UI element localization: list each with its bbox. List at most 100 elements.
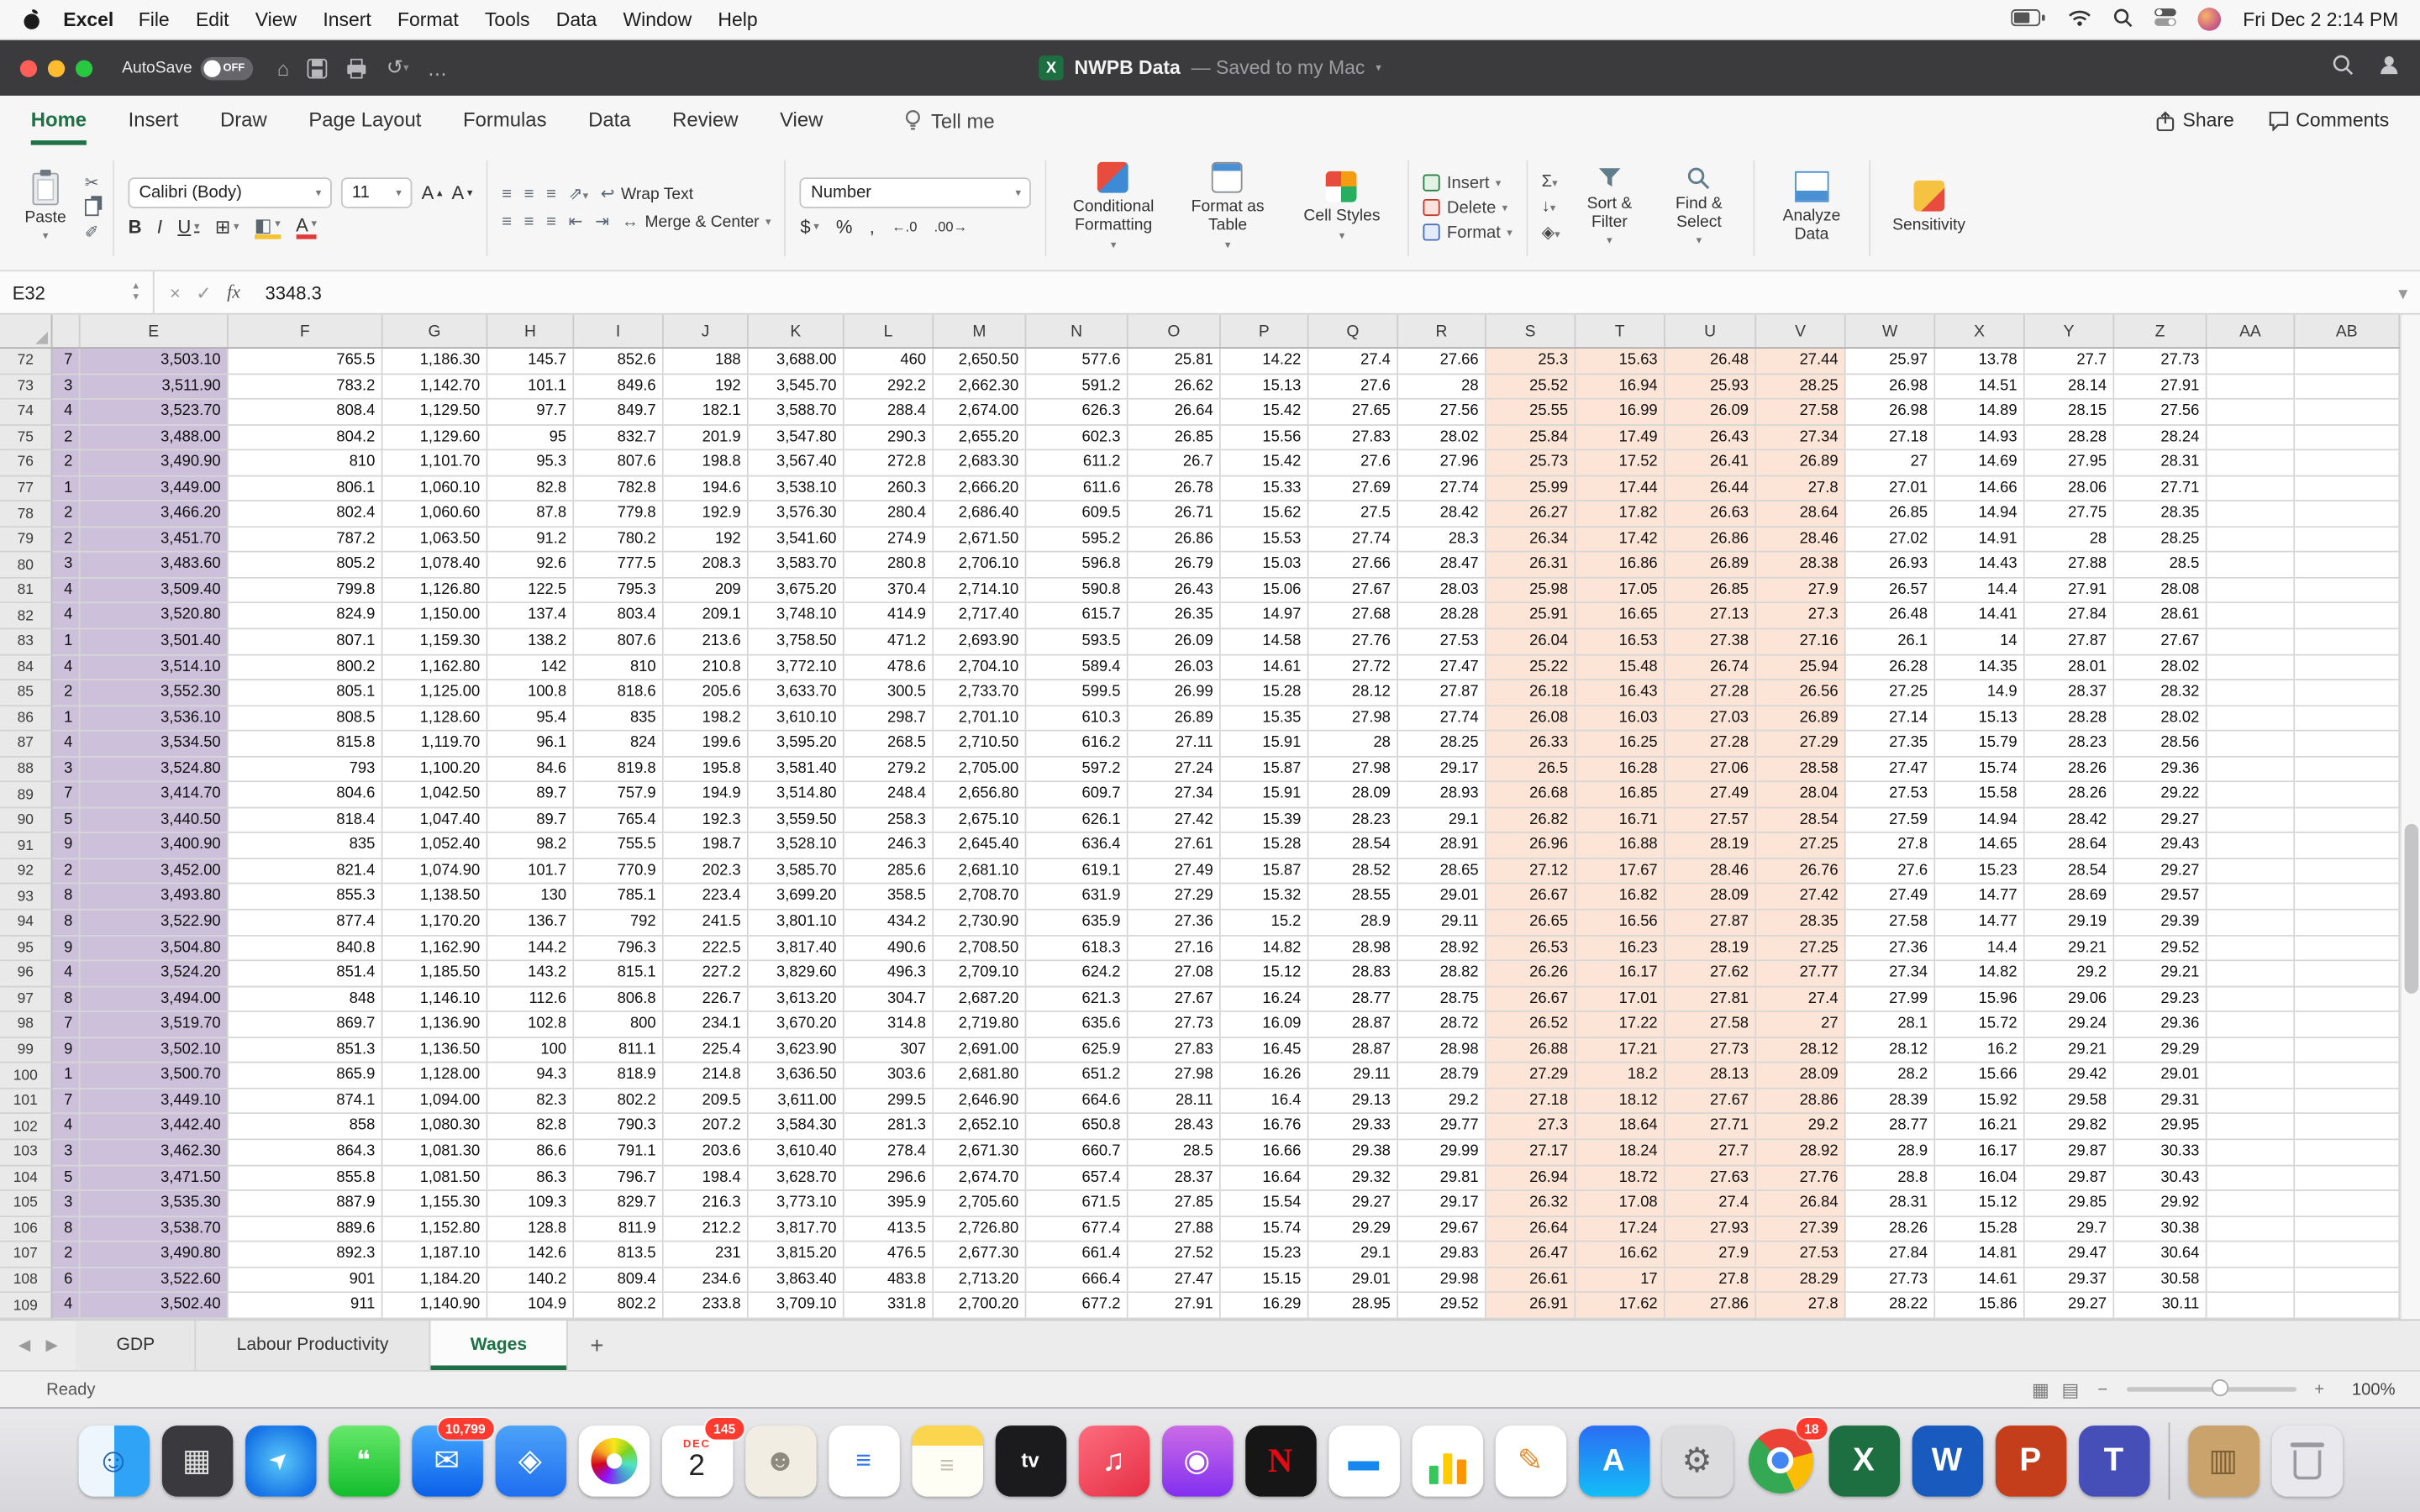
cell[interactable]: 216.3: [663, 1191, 749, 1217]
cell[interactable]: 207.2: [663, 1114, 749, 1141]
cell[interactable]: 16.94: [1576, 374, 1665, 400]
cell[interactable]: 851.3: [228, 1037, 383, 1064]
cell-sliver[interactable]: 1: [52, 476, 81, 502]
cell[interactable]: 3,675.20: [748, 578, 844, 605]
cell[interactable]: 2,666.20: [934, 476, 1027, 502]
cell[interactable]: 1,060.60: [382, 501, 488, 528]
cell[interactable]: 28.82: [1398, 961, 1486, 987]
cell[interactable]: 3,534.50: [80, 731, 229, 758]
zoom-in-button[interactable]: +: [2314, 1380, 2324, 1399]
decrease-font-icon[interactable]: A ▾: [451, 181, 472, 203]
cell[interactable]: 3,514.80: [748, 782, 844, 809]
cell[interactable]: 787.2: [228, 527, 383, 554]
cell[interactable]: 28.42: [1398, 501, 1486, 528]
cell[interactable]: 2,681.10: [934, 858, 1027, 885]
cell[interactable]: 2,705.60: [934, 1191, 1027, 1217]
cell[interactable]: 27.71: [2114, 476, 2207, 502]
cell[interactable]: 29.21: [2024, 1037, 2115, 1064]
cell[interactable]: 30.58: [2114, 1268, 2207, 1294]
cell[interactable]: 821.4: [228, 858, 383, 885]
cell[interactable]: 27.87: [1665, 910, 1757, 937]
cell[interactable]: 15.32: [1220, 885, 1309, 911]
cell[interactable]: 16.82: [1576, 885, 1665, 911]
cell[interactable]: 1,136.90: [382, 1012, 488, 1038]
cell[interactable]: 16.17: [1935, 1140, 2025, 1166]
cell[interactable]: 15.66: [1935, 1063, 2025, 1089]
cell[interactable]: 16.88: [1576, 833, 1665, 859]
cell[interactable]: 28.09: [1756, 1063, 1846, 1089]
cell[interactable]: 27.47: [1128, 1268, 1221, 1294]
cell[interactable]: 17.01: [1576, 986, 1665, 1013]
cell[interactable]: 14.4: [1935, 936, 2025, 962]
cell[interactable]: 26.5: [1486, 757, 1576, 783]
menu-item-edit[interactable]: Edit: [196, 8, 229, 30]
cell[interactable]: 27.36: [1128, 910, 1221, 937]
cell[interactable]: 2,671.30: [934, 1140, 1027, 1166]
cell[interactable]: 17.49: [1576, 425, 1665, 451]
cell[interactable]: 476.5: [844, 1242, 934, 1268]
cell[interactable]: 95.4: [487, 706, 575, 732]
cell[interactable]: 3,449.00: [80, 476, 229, 502]
cell[interactable]: 848: [228, 986, 383, 1013]
cell[interactable]: 26.89: [1756, 706, 1846, 732]
cell[interactable]: 26.85: [1665, 578, 1757, 605]
cell[interactable]: 2,681.80: [934, 1063, 1027, 1089]
cell[interactable]: 1,187.10: [382, 1242, 488, 1268]
cell-sliver[interactable]: 5: [52, 1165, 81, 1192]
cell-sliver[interactable]: 2: [52, 527, 81, 554]
cell[interactable]: 205.6: [663, 680, 749, 706]
row-header[interactable]: 83: [0, 629, 53, 655]
cell[interactable]: 1,101.70: [382, 450, 488, 477]
column-header-N[interactable]: N: [1026, 314, 1128, 348]
cell[interactable]: 889.6: [228, 1216, 383, 1242]
cell[interactable]: 26.85: [1845, 501, 1936, 528]
cell[interactable]: 609.5: [1026, 501, 1128, 528]
cell[interactable]: 26.48: [1845, 604, 1936, 630]
cell[interactable]: 3,547.80: [748, 425, 844, 451]
zoom-slider[interactable]: [2126, 1379, 2296, 1397]
cell[interactable]: [2295, 604, 2401, 630]
cell[interactable]: 27.66: [1308, 553, 1399, 579]
cell[interactable]: 28.12: [1845, 1037, 1936, 1064]
cell[interactable]: 17.05: [1576, 578, 1665, 605]
cell[interactable]: 3,483.60: [80, 553, 229, 579]
cell[interactable]: 198.4: [663, 1165, 749, 1192]
cell[interactable]: 666.4: [1026, 1268, 1128, 1294]
cell[interactable]: [2207, 527, 2296, 554]
cell[interactable]: 27.96: [1398, 450, 1486, 477]
cell[interactable]: 280.4: [844, 501, 934, 528]
cell[interactable]: [2207, 1140, 2296, 1166]
cell[interactable]: 280.8: [844, 553, 934, 579]
cell[interactable]: [2295, 680, 2401, 706]
cell[interactable]: 3,863.40: [748, 1268, 844, 1294]
cell[interactable]: [2207, 858, 2296, 885]
cell[interactable]: 660.7: [1026, 1140, 1128, 1166]
cell[interactable]: 793: [228, 757, 383, 783]
cell[interactable]: 3,670.20: [748, 1012, 844, 1038]
cell[interactable]: 595.2: [1026, 527, 1128, 554]
cell[interactable]: 14.89: [1935, 399, 2025, 426]
cell[interactable]: 413.5: [844, 1216, 934, 1242]
borders-icon[interactable]: ⊞ ▾: [215, 216, 239, 238]
cell[interactable]: [2207, 782, 2296, 809]
row-header[interactable]: 86: [0, 706, 53, 732]
cell[interactable]: 17: [1576, 1268, 1665, 1294]
cell[interactable]: 26.27: [1486, 501, 1576, 528]
cell[interactable]: 1,128.00: [382, 1063, 488, 1089]
cell[interactable]: 258.3: [844, 808, 934, 834]
name-box-stepper[interactable]: ▲ ▼: [131, 282, 140, 302]
cell[interactable]: 14.35: [1935, 654, 2025, 681]
cell[interactable]: 471.2: [844, 629, 934, 655]
cell[interactable]: 27.5: [1308, 501, 1399, 528]
cell[interactable]: 16.86: [1576, 553, 1665, 579]
cell[interactable]: 27.66: [1398, 349, 1486, 375]
cell[interactable]: 15.79: [1935, 731, 2025, 758]
cell[interactable]: 18.64: [1576, 1114, 1665, 1141]
more-commands-icon[interactable]: …: [427, 56, 447, 80]
formula-input[interactable]: 3348.3: [255, 281, 321, 303]
cell[interactable]: 28.79: [1398, 1063, 1486, 1089]
cell[interactable]: 2,686.40: [934, 501, 1027, 528]
cell[interactable]: [2207, 629, 2296, 655]
cell[interactable]: 16.62: [1576, 1242, 1665, 1268]
cell[interactable]: 28.69: [2024, 885, 2115, 911]
